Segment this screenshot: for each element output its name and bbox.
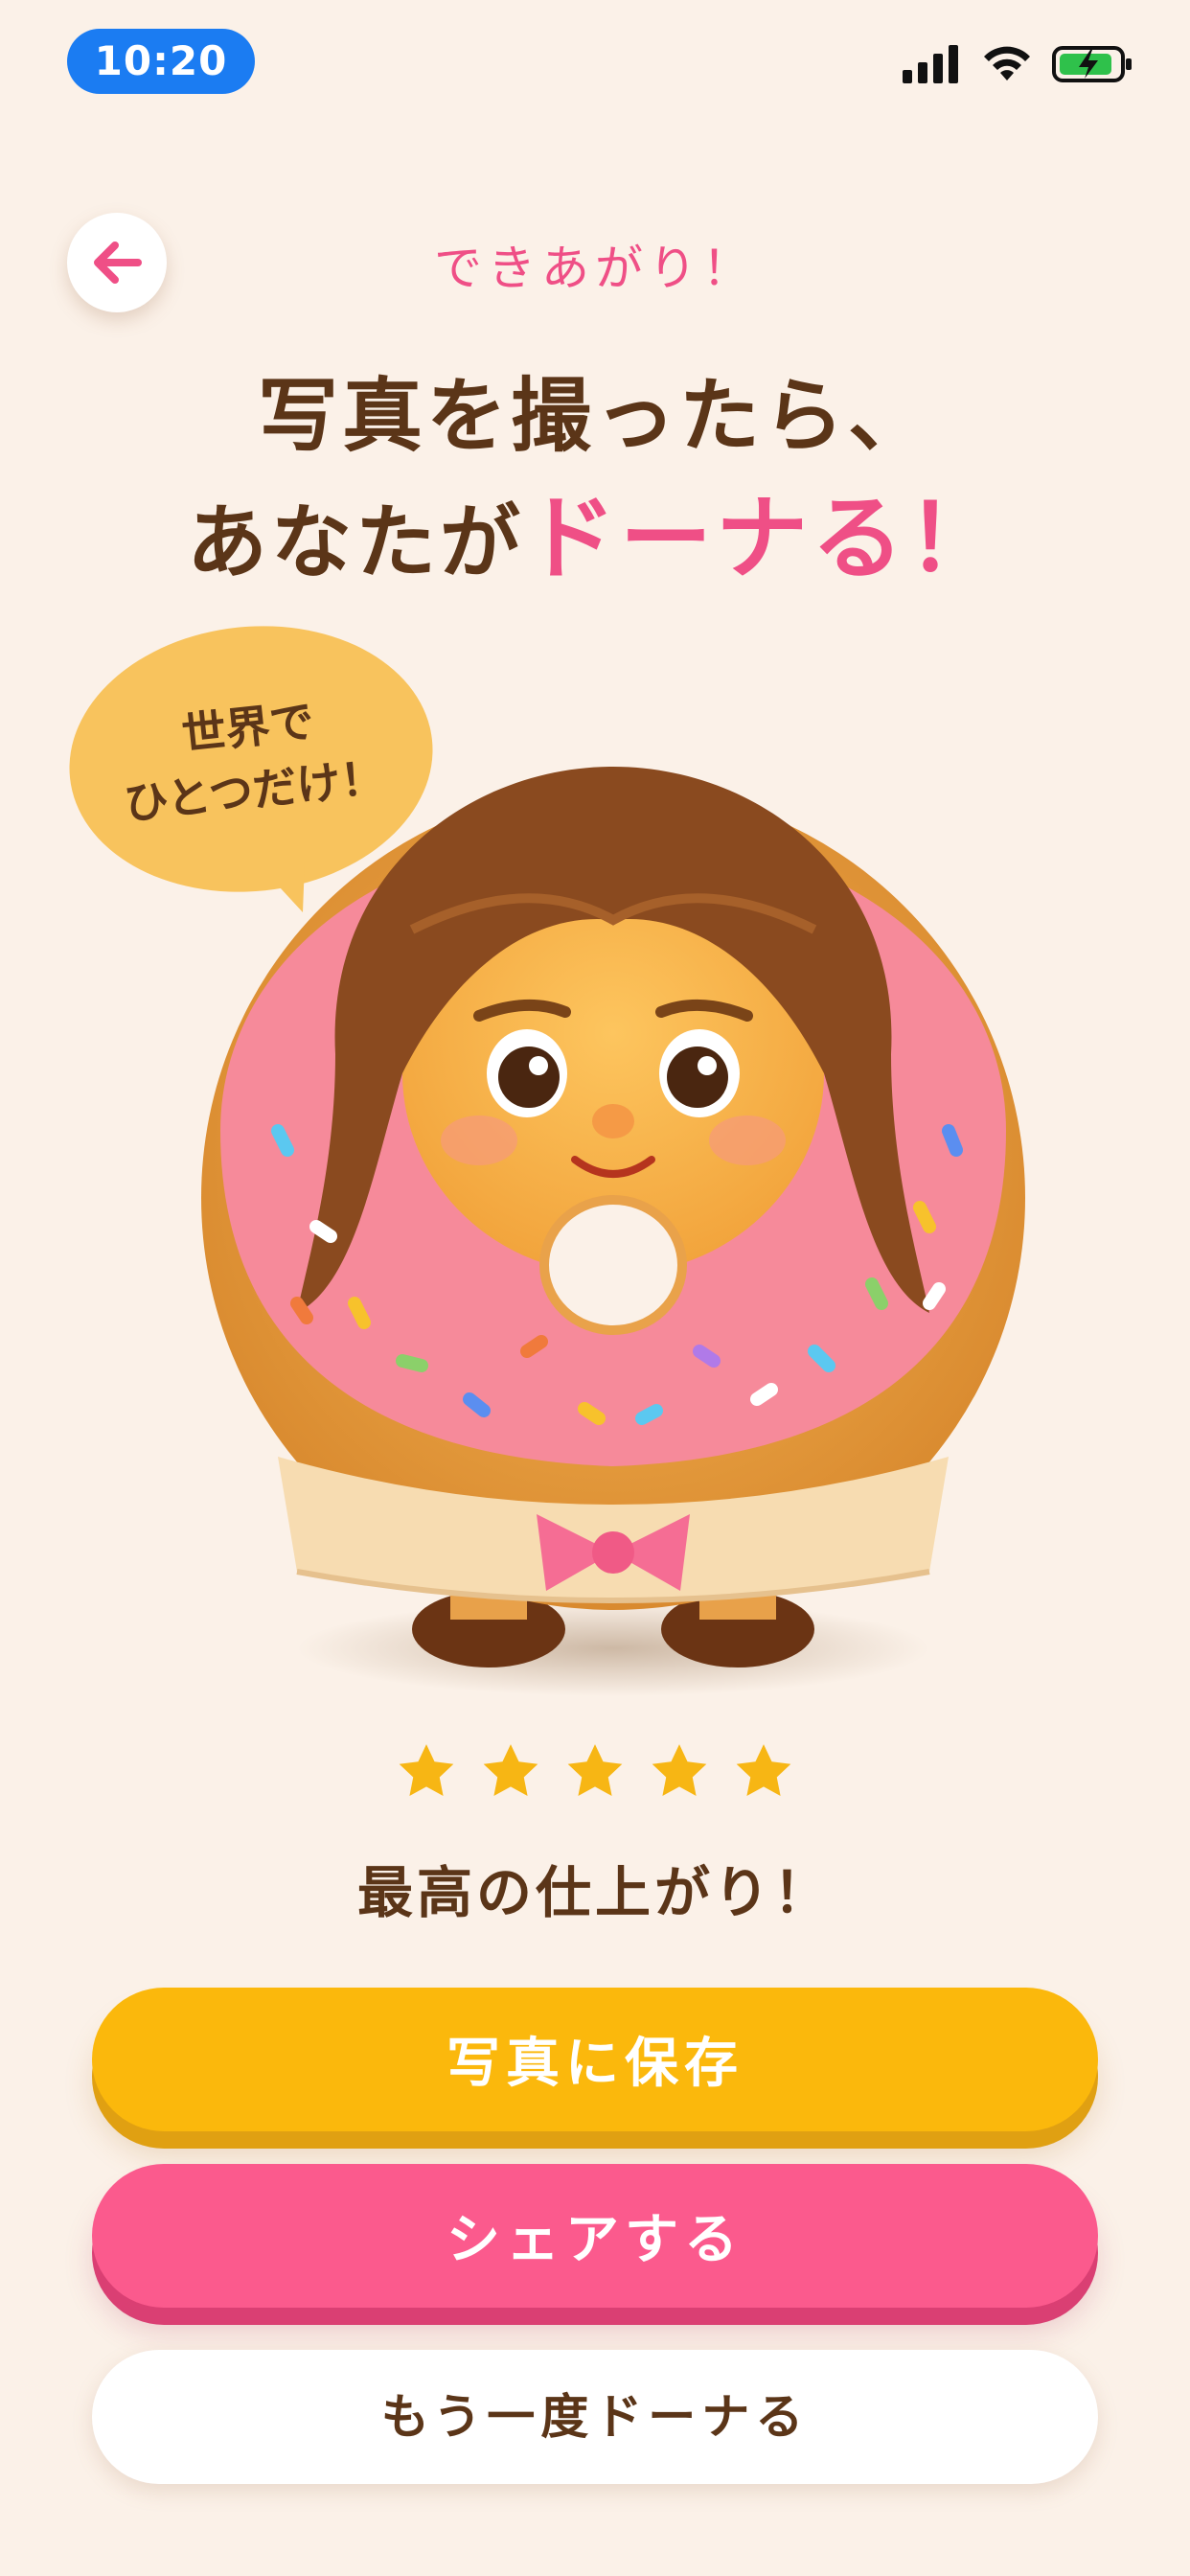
header-label: できあがり！: [434, 241, 756, 296]
cellular-signal-icon: [903, 45, 958, 83]
status-time: 10:20: [67, 29, 255, 94]
status-bar: 10:20: [0, 0, 1190, 125]
save-photo-button[interactable]: 写真に保存: [92, 1988, 1098, 2131]
star-icon: [567, 1744, 623, 1797]
rating-stars: [0, 1740, 1190, 1804]
share-button[interactable]: シェアする: [92, 2164, 1098, 2308]
star-icon: [652, 1744, 707, 1797]
headline-line1: 写真を撮ったら、: [257, 369, 932, 463]
status-icons: [903, 40, 1133, 88]
battery-charging-icon: [1052, 46, 1132, 82]
wifi-icon: [984, 46, 1030, 80]
star-icon: [736, 1744, 791, 1797]
headline-prefix: あなたが: [186, 495, 524, 589]
page-title: 写真を撮ったら、 あなたがドーナる！: [0, 355, 1190, 604]
headline-line2: あなたがドーナる！: [0, 477, 1190, 604]
star-icon: [483, 1744, 538, 1797]
speech-bubble-tail: [257, 862, 305, 912]
headline-accent: ドーナる！: [524, 485, 1003, 592]
retry-button[interactable]: もう一度ドーナる: [92, 2350, 1098, 2484]
rating-text: 最高の仕上がり！: [356, 1860, 833, 1925]
bubble-line2: ひとつだけ！: [121, 750, 387, 830]
star-icon: [399, 1744, 454, 1797]
